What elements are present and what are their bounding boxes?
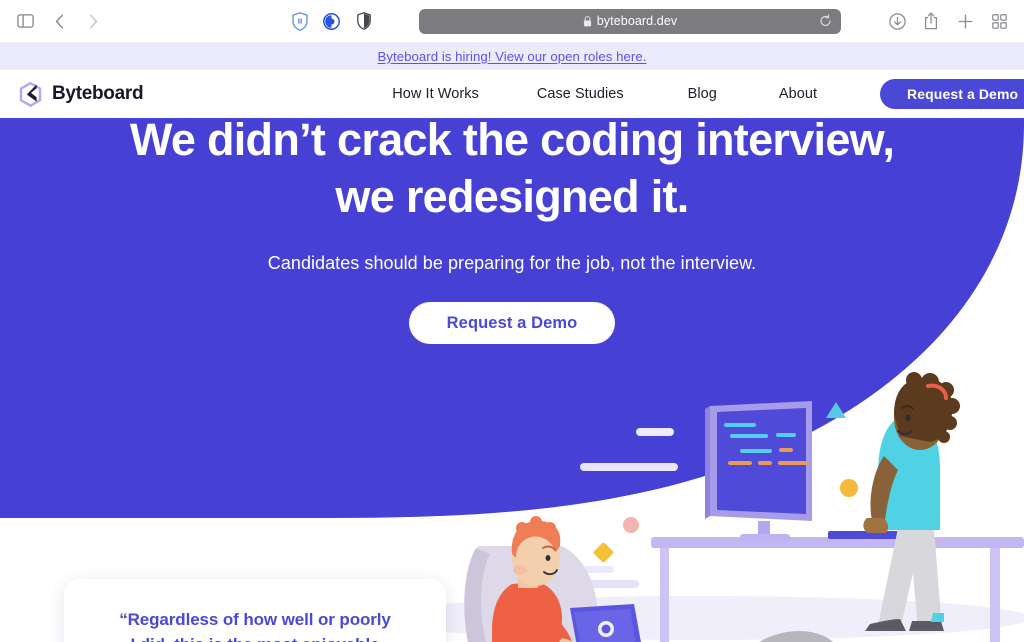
- browser-actions: [887, 9, 1024, 33]
- new-tab-icon[interactable]: [955, 9, 975, 33]
- hero-title: We didn’t crack the coding interview, we…: [0, 118, 1024, 225]
- brand-logo-link[interactable]: Byteboard: [18, 81, 144, 108]
- lock-icon: [583, 15, 591, 26]
- forward-icon[interactable]: [78, 7, 108, 35]
- byteboard-logo-icon: [19, 81, 42, 107]
- hero-subtitle: Candidates should be preparing for the j…: [267, 253, 757, 273]
- desk-leg-right: [990, 548, 1000, 642]
- deco-triangle: [826, 402, 846, 418]
- deco-diamond: [593, 542, 614, 563]
- standing-person: [863, 372, 960, 631]
- testimonial-quote-line2: I did, this is the most enjoyable: [131, 635, 380, 642]
- deco-line: [580, 463, 678, 471]
- address-bar-container: byteboard.dev: [373, 8, 887, 34]
- testimonial-quote: “Regardless of how well or poorly I did,…: [64, 608, 446, 642]
- address-bar[interactable]: byteboard.dev: [419, 8, 841, 34]
- browser-extensions: [290, 11, 373, 32]
- brave-circle-icon[interactable]: [322, 11, 341, 32]
- hero-text-block: We didn’t crack the coding interview, we…: [0, 118, 1024, 344]
- nav-links: How It Works Case Studies Blog About Req…: [392, 79, 1024, 109]
- deco-dot-pink: [623, 517, 639, 533]
- downloads-icon[interactable]: [887, 9, 907, 33]
- testimonial-quote-line1: “Regardless of how well or poorly: [119, 610, 391, 629]
- back-icon[interactable]: [44, 7, 74, 35]
- nav-link-case-studies[interactable]: Case Studies: [537, 86, 624, 102]
- browser-nav-controls: [0, 7, 373, 35]
- hero-section: We didn’t crack the coding interview, we…: [0, 118, 1024, 642]
- site-navbar: Byteboard How It Works Case Studies Blog…: [0, 70, 1024, 118]
- nav-link-about[interactable]: About: [779, 86, 817, 102]
- deco-dot-yellow: [840, 479, 858, 497]
- shield-pause-icon[interactable]: [290, 11, 309, 32]
- deco-line: [636, 428, 674, 436]
- sidebar-icon[interactable]: [10, 7, 40, 35]
- share-icon[interactable]: [921, 9, 941, 33]
- address-bar-content: byteboard.dev: [583, 14, 678, 28]
- dark-shield-icon[interactable]: [354, 11, 373, 32]
- reload-icon[interactable]: [819, 14, 832, 28]
- url-text: byteboard.dev: [596, 14, 678, 28]
- hero-request-demo-button[interactable]: Request a Demo: [408, 302, 616, 344]
- hiring-banner-link[interactable]: Byteboard is hiring! View our open roles…: [378, 49, 647, 64]
- nav-link-how-it-works[interactable]: How It Works: [392, 86, 479, 102]
- desk-leg-left: [660, 548, 669, 642]
- browser-toolbar: byteboard.dev: [0, 0, 1024, 42]
- nav-link-blog[interactable]: Blog: [688, 86, 717, 102]
- brand-name: Byteboard: [52, 83, 144, 104]
- tab-overview-icon[interactable]: [989, 9, 1009, 33]
- testimonial-card: “Regardless of how well or poorly I did,…: [64, 579, 446, 642]
- hiring-banner: Byteboard is hiring! View our open roles…: [0, 42, 1024, 70]
- hero-title-line2: we redesigned it.: [335, 171, 689, 222]
- hero-title-line1: We didn’t crack the coding interview,: [129, 118, 895, 165]
- nav-request-demo-button[interactable]: Request a Demo: [880, 79, 1024, 109]
